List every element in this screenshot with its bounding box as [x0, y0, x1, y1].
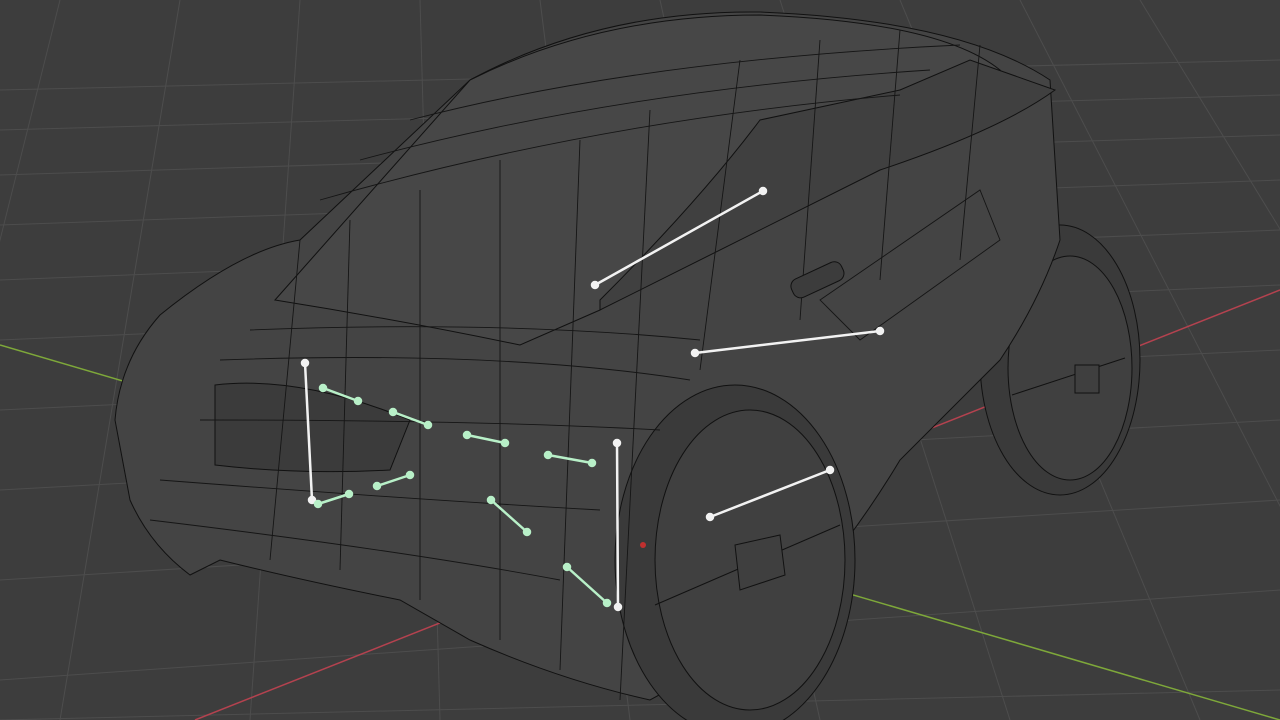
- car-mesh[interactable]: [114, 11, 1141, 720]
- viewport-canvas[interactable]: [0, 0, 1280, 720]
- 3d-viewport[interactable]: [0, 0, 1280, 720]
- front-wheel[interactable]: [614, 384, 856, 720]
- origin-point: [640, 542, 646, 548]
